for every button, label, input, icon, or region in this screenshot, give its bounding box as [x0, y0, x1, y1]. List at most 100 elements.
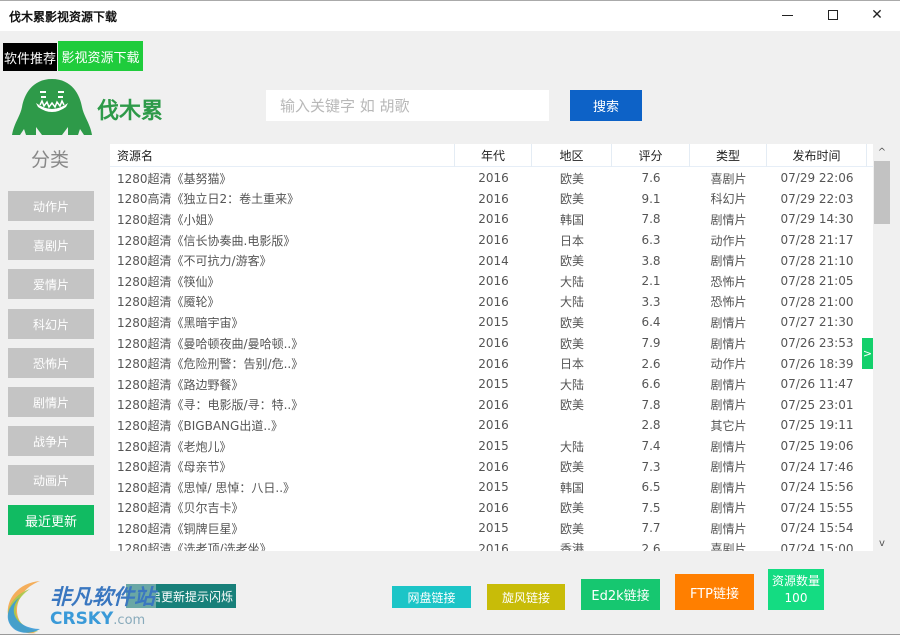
cell-rating: 6.4	[641, 315, 661, 330]
table-row[interactable]: 1280超清《寻：电影版/寻：特..》 2016 欧美 7.8 剧情片 07/25 23:…	[110, 395, 873, 416]
tab-video-download[interactable]: 影视资源下载	[58, 41, 143, 71]
cell-year: 2015	[478, 377, 509, 392]
category-romance[interactable]: 爱情片	[8, 269, 94, 299]
cell-name: 1280超清《寻：电影版/寻：特..》	[117, 398, 304, 413]
cell-type: 恐怖片	[710, 274, 747, 289]
table-row[interactable]: 1280超清《不可抗力/游客》 2014 欧美 3.8 剧情片 07/28 21:10	[110, 250, 873, 271]
table-row[interactable]: 1280超清《黑暗宇宙》 2015 欧美 6.4 剧情片 07/27 21:30	[110, 312, 873, 333]
header-rating[interactable]: 评分	[612, 144, 690, 167]
cell-type: 剧情片	[710, 336, 747, 351]
cell-time: 07/29 22:03	[780, 191, 854, 206]
table-row[interactable]: 1280超清《魇轮》 2016 大陆 3.3 恐怖片 07/28 21:00	[110, 292, 873, 313]
table-row[interactable]: 1280超清《母亲节》 2016 欧美 7.3 剧情片 07/24 17:46	[110, 456, 873, 477]
cell-time: 07/24 15:00	[780, 541, 854, 551]
cell-type: 剧情片	[710, 377, 747, 392]
cell-region	[532, 415, 612, 436]
table-row[interactable]: 1280超清《信长协奏曲.电影版》 2016 日本 6.3 动作片 07/28 21:17	[110, 230, 873, 251]
cell-year: 2016	[478, 294, 509, 309]
cell-type: 其它片	[710, 418, 747, 433]
cell-time: 07/28 21:05	[780, 274, 854, 289]
header-type[interactable]: 类型	[690, 144, 767, 167]
cell-name: 1280超清《铜牌巨星》	[117, 521, 244, 536]
category-action[interactable]: 动作片	[8, 191, 94, 221]
cell-rating: 7.9	[641, 336, 661, 351]
resource-count: 资源数量 100	[768, 569, 824, 610]
list-header: 资源名 年代 地区 评分 类型 发布时间	[110, 144, 873, 167]
cell-name: 1280超清《老炮儿》	[117, 439, 232, 454]
table-row[interactable]: 1280超清《BIGBANG出道..》 2016 2.8 其它片 07/25 19:11	[110, 415, 873, 436]
table-row[interactable]: 1280超清《贝尔吉卡》 2016 欧美 7.5 剧情片 07/24 15:55	[110, 498, 873, 519]
cell-type: 剧情片	[710, 521, 747, 536]
cell-time: 07/26 11:47	[780, 377, 854, 392]
category-comedy[interactable]: 喜剧片	[8, 230, 94, 260]
watermark-logo: 非凡软件站 CRSKY.com	[0, 577, 160, 635]
cell-type: 剧情片	[710, 254, 747, 269]
cell-year: 2016	[478, 274, 509, 289]
cell-year: 2015	[478, 521, 509, 536]
resource-list: 资源名 年代 地区 评分 类型 发布时间 1280超清《基努猫》 2016 欧美 7.…	[110, 144, 873, 551]
header-region[interactable]: 地区	[532, 144, 612, 167]
table-row[interactable]: 1280超清《基努猫》 2016 欧美 7.6 喜剧片 07/29 22:06	[110, 168, 873, 189]
netdisk-link-button[interactable]: 网盘链接	[392, 586, 471, 608]
close-icon: ✕	[871, 7, 883, 23]
cell-rating: 6.5	[641, 480, 661, 495]
cell-rating: 7.8	[641, 212, 661, 227]
search-input[interactable]	[266, 90, 549, 121]
header-name[interactable]: 资源名	[110, 144, 455, 167]
chevron-right-icon[interactable]: >	[862, 338, 873, 369]
header-time[interactable]: 发布时间	[767, 144, 867, 167]
cell-region: 大陆	[559, 439, 584, 454]
cell-time: 07/26 23:53	[780, 336, 854, 351]
category-scifi[interactable]: 科幻片	[8, 309, 94, 339]
cell-time: 07/24 17:46	[780, 459, 854, 474]
table-row[interactable]: 1280超清《曼哈顿夜曲/曼哈顿..》 2016 欧美 7.9 剧情片 07/26 23:…	[110, 333, 873, 354]
cell-rating: 2.6	[641, 356, 661, 371]
category-recent-updates[interactable]: 最近更新	[8, 505, 94, 535]
table-row[interactable]: 1280超清《危险刑警：告别/危..》 2016 日本 2.6 动作片 07/26 18:…	[110, 353, 873, 374]
header-year[interactable]: 年代	[455, 144, 532, 167]
cell-rating: 6.6	[641, 377, 661, 392]
category-animation[interactable]: 动画片	[8, 465, 94, 495]
cell-type: 动作片	[710, 357, 747, 372]
table-row[interactable]: 1280超清《老炮儿》 2015 大陆 7.4 剧情片 07/25 19:06	[110, 436, 873, 457]
minimize-icon	[781, 14, 793, 16]
cell-rating: 3.3	[641, 294, 661, 309]
cell-year: 2016	[478, 171, 509, 186]
table-row[interactable]: 1280超清《选老顶/选老坐》 2016 香港 2.6 喜剧片 07/24 15:00	[110, 539, 873, 551]
category-horror[interactable]: 恐怖片	[8, 348, 94, 378]
cell-type: 剧情片	[710, 460, 747, 475]
cell-time: 07/26 18:39	[780, 356, 854, 371]
table-row[interactable]: 1280超清《小姐》 2016 韩国 7.8 剧情片 07/29 14:30	[110, 209, 873, 230]
cell-name: 1280超清《黑暗宇宙》	[117, 315, 244, 330]
table-row[interactable]: 1280超清《铜牌巨星》 2015 欧美 7.7 剧情片 07/24 15:54	[110, 518, 873, 539]
close-button[interactable]: ✕	[854, 1, 900, 29]
table-row[interactable]: 1280高清《独立日2：卷土重来》 2016 欧美 9.1 科幻片 07/29 22:03	[110, 189, 873, 210]
cell-name: 1280高清《独立日2：卷土重来》	[117, 192, 300, 207]
scroll-down-arrow-icon[interactable]: v	[873, 535, 891, 551]
scroll-up-arrow-icon[interactable]: ^	[873, 144, 891, 160]
table-row[interactable]: 1280超清《思悼/ 思悼：八日..》 2015 韩国 6.5 剧情片 07/24 15:…	[110, 477, 873, 498]
cell-year: 2016	[478, 336, 509, 351]
cell-name: 1280超清《筷仙》	[117, 274, 220, 289]
maximize-button[interactable]	[810, 1, 856, 29]
cell-region: 欧美	[559, 501, 584, 516]
search-button[interactable]: 搜索	[570, 90, 642, 121]
cell-rating: 7.4	[641, 439, 661, 454]
table-row[interactable]: 1280超清《路边野餐》 2015 大陆 6.6 剧情片 07/26 11:47	[110, 374, 873, 395]
table-row[interactable]: 1280超清《筷仙》 2016 大陆 2.1 恐怖片 07/28 21:05	[110, 271, 873, 292]
category-war[interactable]: 战争片	[8, 426, 94, 456]
tab-software-recommend[interactable]: 软件推荐	[3, 43, 57, 71]
scroll-thumb[interactable]	[874, 161, 890, 224]
category-drama[interactable]: 剧情片	[8, 387, 94, 417]
cell-region: 欧美	[559, 460, 584, 475]
list-scrollbar[interactable]: ^ v	[873, 144, 891, 551]
cell-rating: 2.8	[641, 418, 661, 433]
cell-year: 2016	[478, 541, 509, 551]
cell-type: 剧情片	[710, 315, 747, 330]
minimize-button[interactable]	[764, 1, 810, 29]
cell-rating: 3.8	[641, 253, 661, 268]
ftp-link-button[interactable]: FTP链接	[675, 574, 754, 610]
ed2k-link-button[interactable]: Ed2k链接	[581, 579, 660, 610]
cell-time: 07/25 19:11	[780, 418, 854, 433]
xuanfeng-link-button[interactable]: 旋风链接	[487, 584, 565, 610]
